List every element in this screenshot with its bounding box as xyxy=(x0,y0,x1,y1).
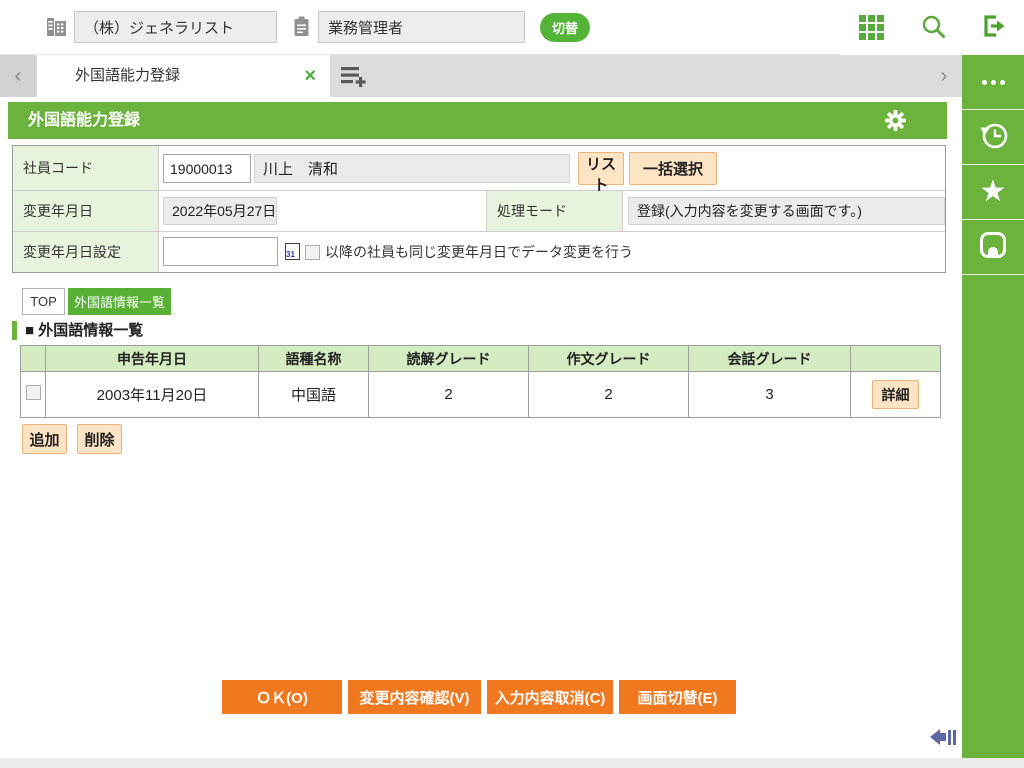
employee-code-label: 社員コード xyxy=(13,146,159,190)
employee-name-field: 川上 清和 xyxy=(254,154,570,183)
ok-button[interactable]: ＯＫ(O) xyxy=(222,680,342,714)
header-speaking-grade: 会話グレード xyxy=(688,345,851,372)
change-date-label: 変更年月日 xyxy=(13,191,159,231)
change-date-setting-label: 変更年月日設定 xyxy=(13,232,159,272)
footer-button-bar: ＯＫ(O) 変更内容確認(V) 入力内容取消(C) 画面切替(E) xyxy=(222,680,736,714)
table-header-row: 申告年月日 語種名称 読解グレード 作文グレード 会話グレード xyxy=(20,345,941,372)
header-detail-col xyxy=(850,345,941,372)
more-icon xyxy=(981,79,1005,85)
active-tab[interactable]: 外国語能力登録 × xyxy=(37,55,330,97)
search-icon xyxy=(920,13,947,43)
bulk-select-button[interactable]: 一括選択 xyxy=(629,152,717,185)
tab-next-button[interactable]: › xyxy=(926,55,962,97)
new-tab-icon[interactable] xyxy=(340,64,368,91)
cell-report-date: 2003年11月20日 xyxy=(45,371,259,418)
more-menu-button[interactable] xyxy=(962,55,1024,110)
apply-to-later-employees-checkbox[interactable] xyxy=(305,245,320,260)
section-title: ■ 外国語情報一覧 xyxy=(25,322,144,339)
collapse-left-arrow-icon[interactable] xyxy=(930,729,956,745)
logout-icon xyxy=(980,13,1007,42)
language-table: 申告年月日 語種名称 読解グレード 作文グレード 会話グレード 2003年11月… xyxy=(20,345,941,418)
company-building-icon xyxy=(46,16,68,43)
change-date-row: 変更年月日 2022年05月27日 処理モード 登録(入力内容を変更する画面です… xyxy=(13,191,945,232)
calendar-icon[interactable]: 31 xyxy=(285,243,300,260)
page-title: 外国語能力登録 xyxy=(28,112,141,129)
memo-button[interactable] xyxy=(962,220,1024,275)
header-language-name: 語種名称 xyxy=(258,345,369,372)
tab-label: 外国語能力登録 xyxy=(75,67,181,84)
subtab-language-list[interactable]: 外国語情報一覧 xyxy=(68,288,171,315)
role-clipboard-icon xyxy=(293,16,311,43)
change-date-setting-input[interactable] xyxy=(163,237,278,266)
cell-speaking-grade: 3 xyxy=(688,371,851,418)
top-bar: 切替 xyxy=(0,0,1024,55)
favorites-star-icon: ★ xyxy=(979,174,1007,209)
confirm-changes-button[interactable]: 変更内容確認(V) xyxy=(348,680,481,714)
row-checkbox-cell xyxy=(20,371,46,418)
tab-prev-button[interactable]: ‹ xyxy=(0,55,36,97)
bottom-scroll-strip[interactable] xyxy=(0,758,1024,768)
detail-button[interactable]: 詳細 xyxy=(872,380,919,409)
search-button[interactable] xyxy=(902,0,964,55)
header-writing-grade: 作文グレード xyxy=(528,345,689,372)
switch-button[interactable]: 切替 xyxy=(540,13,590,42)
header-reading-grade: 読解グレード xyxy=(368,345,529,372)
apply-to-later-employees-label: 以降の社員も同じ変更年月日でデータ変更を行う xyxy=(325,244,633,260)
subtab-top[interactable]: TOP xyxy=(22,288,65,315)
process-mode-field: 登録(入力内容を変更する画面です。) xyxy=(628,197,945,225)
cell-language-name: 中国語 xyxy=(258,371,369,418)
apps-grid-icon xyxy=(858,15,884,40)
tab-bar: ‹ 外国語能力登録 × › xyxy=(0,55,962,97)
employee-code-input[interactable] xyxy=(163,154,251,183)
table-row: 2003年11月20日 中国語 2 2 3 詳細 xyxy=(20,371,941,418)
header-report-date: 申告年月日 xyxy=(45,345,259,372)
logout-button[interactable] xyxy=(962,0,1024,55)
process-mode-label: 処理モード xyxy=(486,191,623,231)
history-button[interactable] xyxy=(962,110,1024,165)
role-field[interactable] xyxy=(318,11,525,43)
tab-close-icon[interactable]: × xyxy=(300,55,320,97)
add-button[interactable]: 追加 xyxy=(22,424,67,454)
favorites-button[interactable]: ★ xyxy=(962,165,1024,220)
section-accent-bar xyxy=(12,321,17,340)
employee-code-row: 社員コード 川上 清和 リスト 一括選択 xyxy=(13,146,945,194)
company-field[interactable] xyxy=(74,11,277,43)
cell-writing-grade: 2 xyxy=(528,371,689,418)
cancel-input-button[interactable]: 入力内容取消(C) xyxy=(487,680,613,714)
row-checkbox[interactable] xyxy=(25,385,41,400)
calendar-number: 31 xyxy=(286,250,295,259)
apps-menu-button[interactable] xyxy=(840,0,902,55)
cell-detail: 詳細 xyxy=(850,371,941,418)
change-date-field: 2022年05月27日 xyxy=(163,197,277,225)
history-icon xyxy=(977,118,1010,156)
header-checkbox-col xyxy=(20,345,46,372)
change-date-setting-row: 変更年月日設定 31 以降の社員も同じ変更年月日でデータ変更を行う xyxy=(13,232,945,272)
cell-reading-grade: 2 xyxy=(368,371,529,418)
registration-form: 社員コード 川上 清和 リスト 一括選択 変更年月日 2022年05月27日 処… xyxy=(12,145,946,273)
delete-button[interactable]: 削除 xyxy=(77,424,122,454)
right-sidebar: ★ xyxy=(962,55,1024,758)
screen-switch-button[interactable]: 画面切替(E) xyxy=(619,680,736,714)
settings-gear-icon[interactable] xyxy=(884,109,907,135)
memo-tray-icon xyxy=(979,231,1007,264)
page-header: 外国語能力登録 xyxy=(8,102,947,139)
list-button[interactable]: リスト xyxy=(578,152,624,194)
app-screen: 切替 ‹ 外国語能力登録 × › 外国語能力登録 xyxy=(0,0,1024,768)
